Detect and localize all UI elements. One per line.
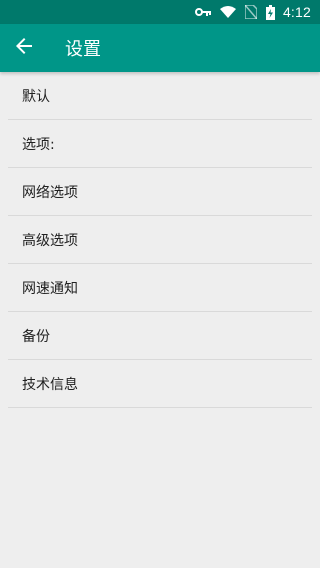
battery-charging-icon xyxy=(265,0,275,24)
status-time: 4:12 xyxy=(282,4,311,20)
settings-item-label: 默认 xyxy=(22,89,50,105)
settings-list: 默认 选项: 网络选项 高级选项 网速通知 备份 技术信息 xyxy=(0,72,320,408)
settings-item-label: 网速通知 xyxy=(22,281,78,297)
settings-item-label: 备份 xyxy=(22,329,50,345)
settings-item-label: 技术信息 xyxy=(22,377,78,393)
page-title: 设置 xyxy=(65,39,101,60)
no-sim-icon xyxy=(244,0,257,24)
vpn-key-icon xyxy=(194,0,211,24)
app-bar: 设置 xyxy=(0,24,320,72)
wifi-icon xyxy=(219,0,236,24)
status-bar: 4:12 xyxy=(0,0,320,24)
arrow-back-icon xyxy=(16,38,32,58)
settings-item-options[interactable]: 选项: xyxy=(0,120,320,168)
settings-item-label: 高级选项 xyxy=(22,233,78,249)
settings-item-speed-notification[interactable]: 网速通知 xyxy=(0,264,320,312)
settings-item-label: 选项: xyxy=(22,137,55,153)
settings-item-backup[interactable]: 备份 xyxy=(0,312,320,360)
settings-item-network-options[interactable]: 网络选项 xyxy=(0,168,320,216)
settings-item-advanced-options[interactable]: 高级选项 xyxy=(0,216,320,264)
settings-item-default[interactable]: 默认 xyxy=(0,72,320,120)
divider xyxy=(8,407,312,408)
settings-item-label: 网络选项 xyxy=(22,185,78,201)
back-button[interactable] xyxy=(0,24,48,72)
settings-item-tech-info[interactable]: 技术信息 xyxy=(0,360,320,408)
